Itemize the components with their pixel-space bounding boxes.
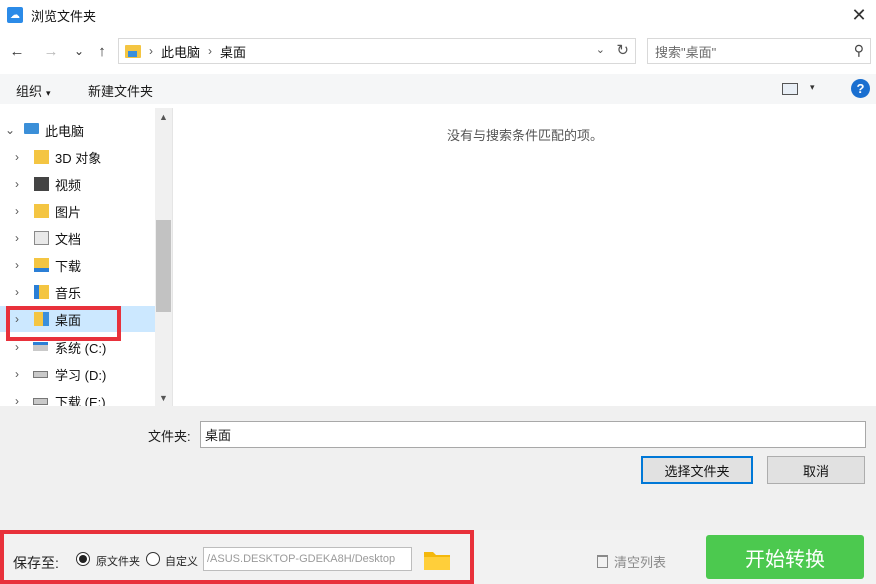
chevron-right-icon[interactable]: › [15, 285, 19, 299]
trash-icon [597, 555, 608, 568]
folder-name-value: 桌面 [205, 428, 232, 443]
tree-item-label: 视频 [55, 177, 82, 193]
desktop-highlight-box [6, 306, 121, 341]
command-toolbar: 组织 ▾ 新建文件夹 ▾ [0, 74, 876, 104]
chevron-right-icon[interactable]: › [15, 150, 19, 164]
3d-objects-folder-icon [34, 150, 49, 164]
tree-item-label: 文档 [55, 231, 82, 247]
computer-icon [24, 123, 39, 134]
dialog-title: 浏览文件夹 [31, 8, 97, 24]
downloads-folder-icon [34, 258, 49, 272]
tree-scrollbar[interactable]: ▲ ▼ [155, 108, 172, 406]
chevron-right-icon[interactable]: › [15, 340, 19, 354]
drive-icon [33, 371, 48, 378]
breadcrumb-separator-icon: › [149, 44, 153, 58]
organize-label: 组织 [16, 84, 43, 99]
organize-menu[interactable]: 组织 ▾ [16, 81, 51, 100]
close-button[interactable]: ✕ [842, 0, 876, 30]
tree-item-label: 此电脑 [45, 123, 85, 139]
breadcrumb-separator-icon: › [208, 44, 213, 58]
cancel-button[interactable]: 取消 [767, 456, 865, 484]
start-conversion-button[interactable]: 开始转换 [706, 535, 864, 579]
app-icon: ☁ [7, 7, 23, 23]
tree-item-label: 3D 对象 [55, 150, 102, 166]
title-bar: ☁ 浏览文件夹 ✕ [0, 0, 876, 30]
tree-item-this-pc[interactable]: ⌄ 此电脑 [0, 117, 155, 143]
scroll-down-arrow-icon[interactable]: ▼ [155, 389, 172, 406]
chevron-right-icon[interactable]: › [15, 204, 19, 218]
navigation-tree: ⌄ 此电脑 › 3D 对象 › 视频 › 图片 › 文档 › 下载 › 音乐 ›… [0, 108, 155, 406]
refresh-icon[interactable]: ↻ [616, 41, 629, 59]
save-to-highlight-box [0, 530, 474, 584]
scroll-up-arrow-icon[interactable]: ▲ [155, 108, 172, 125]
tree-item-label: 音乐 [55, 285, 82, 301]
tree-item-label: 图片 [55, 204, 82, 220]
recent-locations-chevron-icon[interactable]: ⌄ [69, 41, 89, 61]
breadcrumb-desktop[interactable]: 桌面 [220, 42, 246, 61]
tree-item-drive-e[interactable]: › 下载 (E:) [0, 388, 155, 406]
tree-item-3d-objects[interactable]: › 3D 对象 [0, 144, 155, 170]
tree-item-downloads[interactable]: › 下载 [0, 252, 155, 278]
select-folder-button[interactable]: 选择文件夹 [641, 456, 753, 484]
back-arrow-icon[interactable]: ← [7, 41, 27, 61]
search-icon[interactable]: ⚲ [854, 42, 864, 59]
tree-item-music[interactable]: › 音乐 [0, 279, 155, 305]
tree-item-label: 学习 (D:) [55, 367, 107, 383]
view-options-caret-icon[interactable]: ▾ [810, 82, 815, 93]
videos-folder-icon [34, 177, 49, 191]
new-folder-button[interactable]: 新建文件夹 [88, 81, 153, 100]
tree-item-documents[interactable]: › 文档 [0, 225, 155, 251]
folder-label: 文件夹: [148, 429, 191, 444]
chevron-right-icon[interactable]: › [15, 367, 19, 381]
chevron-right-icon[interactable]: › [15, 231, 19, 245]
help-icon[interactable]: ? [851, 79, 870, 98]
file-list-pane[interactable]: 没有与搜索条件匹配的项。 [172, 108, 876, 406]
clear-list-label: 清空列表 [614, 555, 667, 570]
up-arrow-icon[interactable]: ↑ [92, 41, 112, 61]
drive-icon [33, 398, 48, 405]
tree-item-label: 下载 [55, 258, 82, 274]
folder-selection-area: 文件夹: 桌面 选择文件夹 取消 [0, 406, 876, 500]
tree-item-drive-d[interactable]: › 学习 (D:) [0, 361, 155, 387]
chevron-right-icon[interactable]: › [15, 177, 19, 191]
tree-item-label: 下载 (E:) [55, 394, 106, 407]
chevron-right-icon[interactable]: › [15, 258, 19, 272]
address-row: ← → ⌄ ↑ › 此电脑 › 桌面 ⌄ ↻ 搜索"桌面" ⚲ [0, 36, 876, 66]
clear-list-button[interactable]: 清空列表 [597, 552, 666, 571]
search-input[interactable]: 搜索"桌面" ⚲ [647, 38, 871, 64]
scroll-thumb[interactable] [156, 220, 171, 312]
tree-item-videos[interactable]: › 视频 [0, 171, 155, 197]
tree-item-pictures[interactable]: › 图片 [0, 198, 155, 224]
desktop-folder-icon [125, 44, 141, 58]
forward-arrow-icon[interactable]: → [41, 41, 61, 61]
music-folder-icon [34, 285, 49, 299]
folder-name-input[interactable]: 桌面 [200, 421, 866, 448]
search-placeholder: 搜索"桌面" [655, 44, 717, 60]
browse-folder-dialog: ☁ 浏览文件夹 ✕ ← → ⌄ ↑ › 此电脑 › 桌面 ⌄ ↻ 搜索"桌面" … [0, 0, 876, 500]
caret-down-icon: ▾ [46, 88, 51, 98]
windows-drive-icon [33, 342, 48, 351]
change-view-icon[interactable] [782, 83, 798, 95]
chevron-right-icon[interactable]: › [15, 394, 19, 406]
chevron-down-icon[interactable]: ⌄ [5, 123, 15, 137]
breadcrumb-this-pc[interactable]: 此电脑 [161, 42, 200, 61]
address-bar[interactable]: › 此电脑 › 桌面 ⌄ ↻ [118, 38, 636, 64]
pictures-folder-icon [34, 204, 49, 218]
address-dropdown-icon[interactable]: ⌄ [596, 43, 605, 56]
empty-results-message: 没有与搜索条件匹配的项。 [446, 128, 603, 143]
documents-folder-icon [34, 231, 49, 245]
